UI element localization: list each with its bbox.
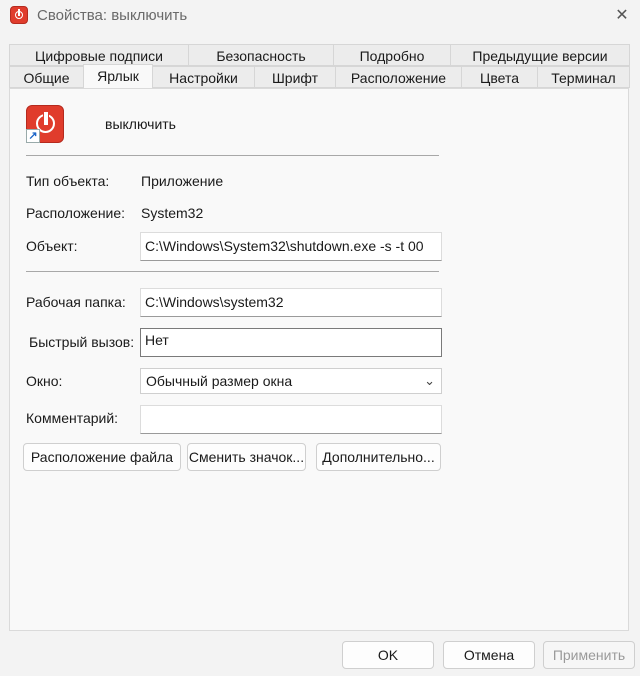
- apply-button[interactable]: Применить: [543, 641, 635, 669]
- type-label: Тип объекта:: [26, 173, 110, 189]
- hotkey-input[interactable]: Нет: [140, 328, 442, 357]
- close-button[interactable]: ✕: [612, 6, 632, 26]
- shortcut-arrow-icon: ↗: [26, 129, 40, 143]
- hotkey-label: Быстрый вызов:: [29, 334, 135, 350]
- tab-security[interactable]: Безопасность: [188, 44, 334, 66]
- run-label: Окно:: [26, 373, 63, 389]
- tab-shortcut[interactable]: Ярлык: [83, 64, 153, 88]
- divider: [26, 271, 439, 272]
- title-bar: Свойства: выключить ✕: [0, 0, 640, 32]
- comment-label: Комментарий:: [26, 410, 119, 426]
- target-input[interactable]: C:\Windows\System32\shutdown.exe -s -t 0…: [140, 232, 442, 261]
- tab-general[interactable]: Общие: [9, 66, 84, 88]
- advanced-button[interactable]: Дополнительно...: [316, 443, 441, 471]
- target-label: Объект:: [26, 238, 78, 254]
- tab-options[interactable]: Настройки: [152, 66, 255, 88]
- window-title: Свойства: выключить: [37, 7, 188, 24]
- location-label: Расположение:: [26, 205, 126, 221]
- shortcut-name: выключить: [105, 116, 176, 132]
- tab-font[interactable]: Шрифт: [254, 66, 336, 88]
- tab-terminal[interactable]: Терминал: [537, 66, 630, 88]
- run-select-value: Обычный размер окна: [146, 373, 293, 389]
- type-value: Приложение: [141, 173, 224, 189]
- start-in-label: Рабочая папка:: [26, 294, 126, 310]
- tab-colors[interactable]: Цвета: [461, 66, 538, 88]
- open-file-location-button[interactable]: Расположение файла: [23, 443, 181, 471]
- tab-layout[interactable]: Расположение: [335, 66, 462, 88]
- divider: [26, 155, 439, 156]
- cancel-button[interactable]: Отмена: [443, 641, 535, 669]
- shortcut-panel: [9, 88, 629, 631]
- comment-input[interactable]: [140, 405, 442, 434]
- change-icon-button[interactable]: Сменить значок...: [187, 443, 306, 471]
- power-icon: [10, 6, 28, 24]
- run-select[interactable]: Обычный размер окна ⌄: [140, 368, 442, 394]
- tab-details[interactable]: Подробно: [333, 44, 451, 66]
- start-in-input[interactable]: C:\Windows\system32: [140, 288, 442, 317]
- chevron-down-icon: ⌄: [424, 373, 435, 388]
- tab-previous-versions[interactable]: Предыдущие версии: [450, 44, 630, 66]
- ok-button[interactable]: OK: [342, 641, 434, 669]
- tab-digital-signatures[interactable]: Цифровые подписи: [9, 44, 189, 66]
- location-value: System32: [141, 205, 204, 221]
- power-icon: ↗: [26, 105, 64, 143]
